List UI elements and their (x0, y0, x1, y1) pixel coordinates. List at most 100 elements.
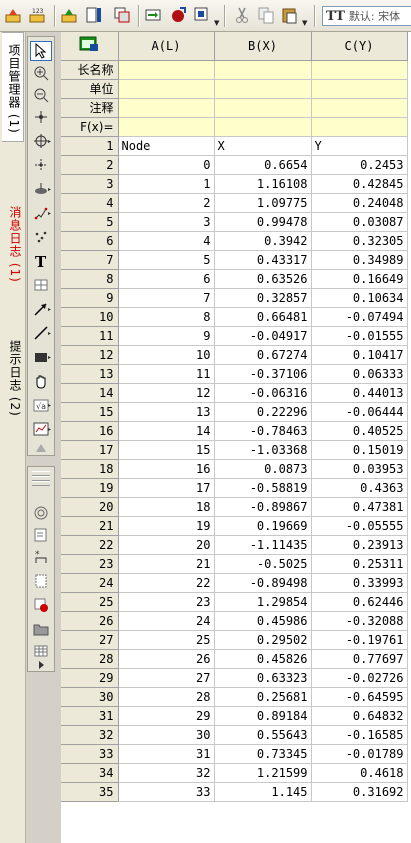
cell-b[interactable]: 0.6654 (214, 155, 312, 175)
cell-c[interactable]: 0.33993 (311, 573, 408, 593)
row-number[interactable]: 31 (61, 706, 119, 726)
cell-b[interactable]: 0.66481 (214, 307, 312, 327)
cell-c[interactable]: 0.25311 (311, 554, 408, 574)
cell-a[interactable]: 31 (118, 744, 215, 764)
cell-c[interactable]: 0.03087 (311, 212, 408, 232)
cell-b[interactable]: 1.29854 (214, 592, 312, 612)
cell-a[interactable]: 33 (118, 782, 215, 802)
cell-b[interactable]: -0.5025 (214, 554, 312, 574)
cell-a[interactable]: 2 (118, 193, 215, 213)
scale-icon[interactable] (30, 107, 52, 127)
cell-a[interactable]: 10 (118, 345, 215, 365)
comments-cell[interactable] (311, 98, 408, 118)
cell-c[interactable]: 0.24048 (311, 193, 408, 213)
palette-more-icon[interactable] (30, 659, 52, 671)
row-number[interactable]: 29 (61, 668, 119, 688)
cell-c[interactable]: -0.05555 (311, 516, 408, 536)
tab-project-manager[interactable]: 项目管理器 (1) (2, 32, 24, 142)
row-number[interactable]: 15 (61, 402, 119, 422)
cell-b[interactable]: 0.0873 (214, 459, 312, 479)
cell-a[interactable]: 26 (118, 649, 215, 669)
cell-a[interactable]: 14 (118, 421, 215, 441)
cell-c[interactable]: Y (311, 136, 408, 156)
cell-c[interactable]: 0.42845 (311, 174, 408, 194)
row-number[interactable]: 13 (61, 364, 119, 384)
cell-b[interactable]: 0.3942 (214, 231, 312, 251)
import-numbered-icon[interactable]: 123 (28, 5, 48, 25)
data-selector-icon[interactable]: ▸ (30, 179, 52, 199)
cell-c[interactable]: 0.32305 (311, 231, 408, 251)
add-column-icon[interactable] (84, 5, 104, 25)
cell-a[interactable]: 25 (118, 630, 215, 650)
long-name-cell[interactable] (311, 60, 408, 80)
expand-arrow-icon[interactable]: ▸ (48, 354, 51, 361)
cell-a[interactable]: 21 (118, 554, 215, 574)
folder-object-icon[interactable] (30, 619, 52, 639)
cell-b[interactable]: 0.45986 (214, 611, 312, 631)
formula-cell[interactable] (311, 117, 408, 137)
cell-c[interactable]: 0.64832 (311, 706, 408, 726)
cell-c[interactable]: -0.19761 (311, 630, 408, 650)
zoom-out-icon[interactable] (30, 85, 52, 105)
row-number[interactable]: 14 (61, 383, 119, 403)
cell-a[interactable]: 28 (118, 687, 215, 707)
row-number[interactable]: 33 (61, 744, 119, 764)
row-number[interactable]: 4 (61, 193, 119, 213)
long-name-cell[interactable] (118, 60, 215, 80)
cell-b[interactable]: -0.06316 (214, 383, 312, 403)
text-box-icon[interactable] (30, 525, 52, 545)
cell-a[interactable]: 9 (118, 326, 215, 346)
draw-data-icon[interactable]: ▸ (30, 203, 52, 223)
expand-arrow-icon[interactable]: ▸ (48, 330, 51, 337)
cell-c[interactable]: 0.15019 (311, 440, 408, 460)
hand-tool-icon[interactable] (30, 371, 52, 391)
cell-c[interactable]: -0.01555 (311, 326, 408, 346)
layout-table-icon[interactable] (30, 641, 52, 661)
row-number[interactable]: 25 (61, 592, 119, 612)
cell-c[interactable]: 0.77697 (311, 649, 408, 669)
cell-b[interactable]: 1.145 (214, 782, 312, 802)
zoom-in-icon[interactable] (30, 63, 52, 83)
cell-b[interactable]: 0.29502 (214, 630, 312, 650)
cell-b[interactable]: 0.63526 (214, 269, 312, 289)
cell-b[interactable]: 0.45826 (214, 649, 312, 669)
cell-c[interactable]: 0.44013 (311, 383, 408, 403)
cell-b[interactable]: 0.43317 (214, 250, 312, 270)
grid-data-icon[interactable] (30, 571, 52, 591)
row-number[interactable]: 2 (61, 155, 119, 175)
cell-c[interactable]: 0.16649 (311, 269, 408, 289)
row-number[interactable]: 21 (61, 516, 119, 536)
units-cell[interactable] (311, 79, 408, 99)
cell-a[interactable]: 24 (118, 611, 215, 631)
paste-icon[interactable] (280, 5, 300, 25)
row-number[interactable]: 6 (61, 231, 119, 251)
cell-c[interactable]: -0.01789 (311, 744, 408, 764)
import-data-icon[interactable] (144, 5, 164, 25)
cell-b[interactable]: 1.09775 (214, 193, 312, 213)
cell-a[interactable]: 11 (118, 364, 215, 384)
cell-c[interactable]: -0.06444 (311, 402, 408, 422)
cell-c[interactable]: 0.47381 (311, 497, 408, 517)
cell-a[interactable]: 4 (118, 231, 215, 251)
cell-a[interactable]: 6 (118, 269, 215, 289)
row-number[interactable]: 9 (61, 288, 119, 308)
cell-c[interactable]: 0.10417 (311, 345, 408, 365)
cell-b[interactable]: -0.89498 (214, 573, 312, 593)
palette-grip[interactable] (32, 481, 50, 486)
row-number[interactable]: 11 (61, 326, 119, 346)
cell-b[interactable]: -0.78463 (214, 421, 312, 441)
cell-b[interactable]: 0.63323 (214, 668, 312, 688)
insert-graph-icon[interactable]: ▸ (30, 419, 52, 439)
row-number[interactable]: 35 (61, 782, 119, 802)
row-number[interactable]: 18 (61, 459, 119, 479)
row-number[interactable]: 22 (61, 535, 119, 555)
cell-c[interactable]: -0.02726 (311, 668, 408, 688)
cell-b[interactable]: 0.67274 (214, 345, 312, 365)
row-number[interactable]: 7 (61, 250, 119, 270)
cell-b[interactable]: -0.89867 (214, 497, 312, 517)
cell-c[interactable]: 0.06333 (311, 364, 408, 384)
expand-arrow-icon[interactable]: ▸ (48, 186, 51, 193)
duplicate-icon[interactable] (112, 5, 132, 25)
cell-a[interactable]: Node (118, 136, 215, 156)
insert-note-icon[interactable]: * (30, 547, 52, 567)
